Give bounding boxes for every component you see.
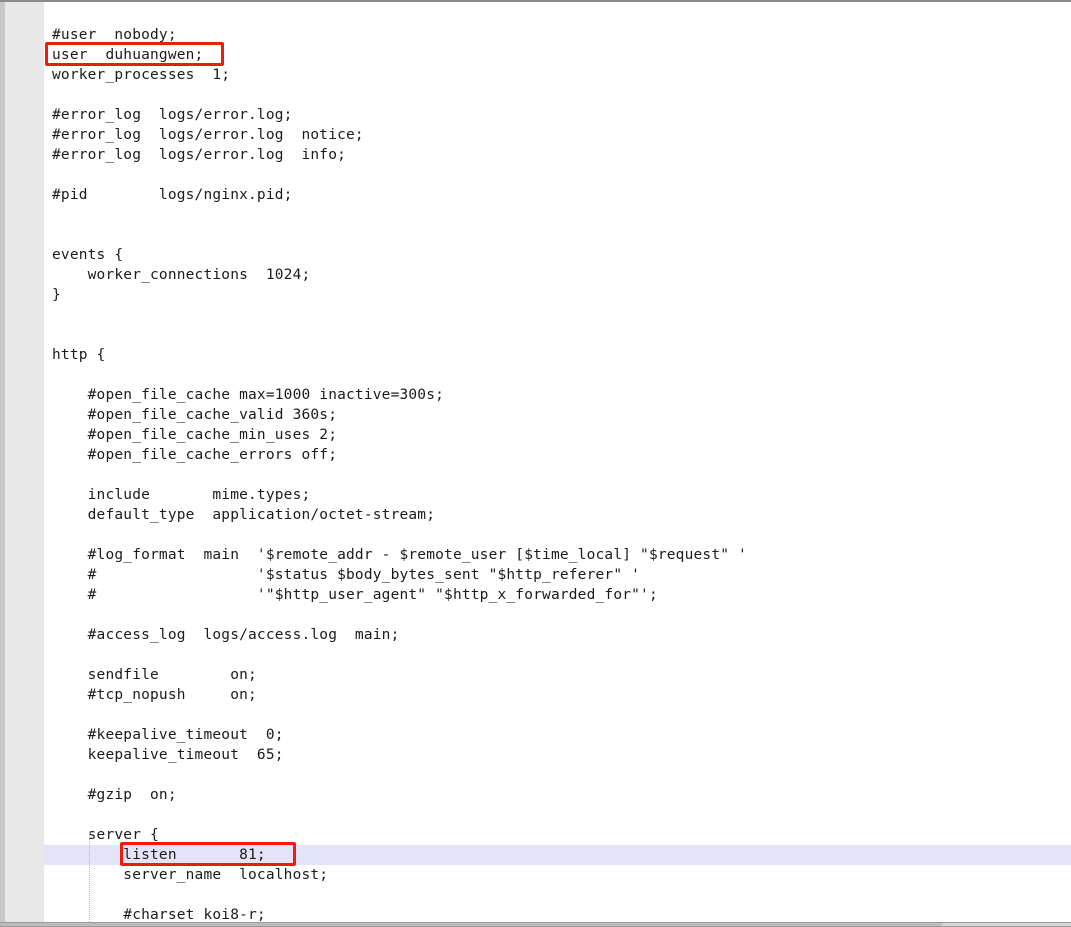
line-number-gutter[interactable] (5, 2, 44, 924)
code-line[interactable]: 23 #open_file_cache_errors off; (0, 445, 1071, 465)
code-line-text[interactable]: server_name localhost; (52, 865, 328, 885)
code-line[interactable]: 28 #log_format main '$remote_addr - $rem… (0, 545, 1071, 565)
code-surface[interactable]: 12#user nobody;3user duhuangwen;4worker_… (0, 2, 1071, 924)
code-line-text[interactable]: listen 81; (52, 845, 266, 865)
code-line[interactable]: 30 # '"$http_user_agent" "$http_x_forwar… (0, 585, 1071, 605)
code-line-text[interactable]: events { (52, 245, 123, 265)
code-line[interactable]: 25 include mime.types; (0, 485, 1071, 505)
code-line-text[interactable]: keepalive_timeout 65; (52, 745, 284, 765)
code-line-text[interactable]: user duhuangwen; (52, 45, 203, 65)
code-line[interactable]: 1 (0, 5, 1071, 25)
code-line[interactable]: 3user duhuangwen; (0, 45, 1071, 65)
code-line[interactable]: 24 (0, 465, 1071, 485)
code-line[interactable]: 4worker_processes 1; (0, 65, 1071, 85)
code-line-text[interactable]: server { (52, 825, 159, 845)
code-line[interactable]: 32 #access_log logs/access.log main; (0, 625, 1071, 645)
code-line-text[interactable]: #user nobody; (52, 25, 177, 45)
code-line-text[interactable]: # '"$http_user_agent" "$http_x_forwarded… (52, 585, 658, 605)
code-line[interactable]: 18http { (0, 345, 1071, 365)
code-line-text[interactable]: } (52, 285, 61, 305)
code-line-text[interactable]: #pid logs/nginx.pid; (52, 185, 293, 205)
code-line[interactable]: 22 #open_file_cache_min_uses 2; (0, 425, 1071, 445)
code-line-text[interactable]: sendfile on; (52, 665, 257, 685)
code-line-text[interactable]: worker_connections 1024; (52, 265, 311, 285)
code-line[interactable]: 44 server_name localhost; (0, 865, 1071, 885)
code-line[interactable]: 43 listen 81; (0, 845, 1071, 865)
code-line[interactable]: 29 # '$status $body_bytes_sent "$http_re… (0, 565, 1071, 585)
indent-guide (89, 832, 90, 924)
code-line[interactable]: 13events { (0, 245, 1071, 265)
code-line[interactable]: 7#error_log logs/error.log notice; (0, 125, 1071, 145)
code-line-text[interactable]: #open_file_cache_errors off; (52, 445, 337, 465)
code-line[interactable]: 40 #gzip on; (0, 785, 1071, 805)
code-line[interactable]: 26 default_type application/octet-stream… (0, 505, 1071, 525)
code-line[interactable]: 16 (0, 305, 1071, 325)
gutter-left-edge (0, 2, 5, 924)
code-line[interactable]: 20 #open_file_cache max=1000 inactive=30… (0, 385, 1071, 405)
code-line[interactable]: 6#error_log logs/error.log; (0, 105, 1071, 125)
code-line[interactable]: 9 (0, 165, 1071, 185)
code-line-text[interactable]: #open_file_cache_valid 360s; (52, 405, 337, 425)
code-line[interactable]: 35 #tcp_nopush on; (0, 685, 1071, 705)
code-line[interactable]: 37 #keepalive_timeout 0; (0, 725, 1071, 745)
code-line[interactable]: 38 keepalive_timeout 65; (0, 745, 1071, 765)
code-line[interactable]: 34 sendfile on; (0, 665, 1071, 685)
code-line-text[interactable]: # '$status $body_bytes_sent "$http_refer… (52, 565, 640, 585)
code-line[interactable]: 8#error_log logs/error.log info; (0, 145, 1071, 165)
horizontal-scrollbar[interactable] (0, 922, 1071, 927)
code-line-text[interactable]: #error_log logs/error.log; (52, 105, 293, 125)
code-line[interactable]: 15} (0, 285, 1071, 305)
code-line-text[interactable]: #open_file_cache max=1000 inactive=300s; (52, 385, 444, 405)
code-line[interactable]: 10#pid logs/nginx.pid; (0, 185, 1071, 205)
code-line[interactable]: 42 server { (0, 825, 1071, 845)
code-line[interactable]: 45 (0, 885, 1071, 905)
horizontal-scrollbar-thumb[interactable] (0, 923, 943, 926)
code-line[interactable]: 21 #open_file_cache_valid 360s; (0, 405, 1071, 425)
code-line[interactable]: 5 (0, 85, 1071, 105)
code-line[interactable]: 17 (0, 325, 1071, 345)
code-line-text[interactable]: #tcp_nopush on; (52, 685, 257, 705)
code-line[interactable]: 39 (0, 765, 1071, 785)
code-line-text[interactable]: #error_log logs/error.log info; (52, 145, 346, 165)
code-line-text[interactable]: #error_log logs/error.log notice; (52, 125, 364, 145)
code-line[interactable]: 27 (0, 525, 1071, 545)
code-line-text[interactable]: worker_processes 1; (52, 65, 230, 85)
code-line[interactable]: 2#user nobody; (0, 25, 1071, 45)
code-line[interactable]: 19 (0, 365, 1071, 385)
code-line[interactable]: 36 (0, 705, 1071, 725)
code-line-text[interactable]: #access_log logs/access.log main; (52, 625, 400, 645)
code-line[interactable]: 33 (0, 645, 1071, 665)
code-line[interactable]: 14 worker_connections 1024; (0, 265, 1071, 285)
code-line-text[interactable]: #log_format main '$remote_addr - $remote… (52, 545, 747, 565)
code-line[interactable]: 11 (0, 205, 1071, 225)
code-line-text[interactable]: default_type application/octet-stream; (52, 505, 435, 525)
code-line-text[interactable]: #open_file_cache_min_uses 2; (52, 425, 337, 445)
code-line[interactable]: 31 (0, 605, 1071, 625)
code-line-text[interactable]: #gzip on; (52, 785, 177, 805)
code-editor[interactable]: 12#user nobody;3user duhuangwen;4worker_… (0, 0, 1071, 927)
code-line-text[interactable]: include mime.types; (52, 485, 311, 505)
code-line[interactable]: 41 (0, 805, 1071, 825)
code-line-text[interactable]: http { (52, 345, 105, 365)
code-line-text[interactable]: #keepalive_timeout 0; (52, 725, 284, 745)
code-line[interactable]: 12 (0, 225, 1071, 245)
